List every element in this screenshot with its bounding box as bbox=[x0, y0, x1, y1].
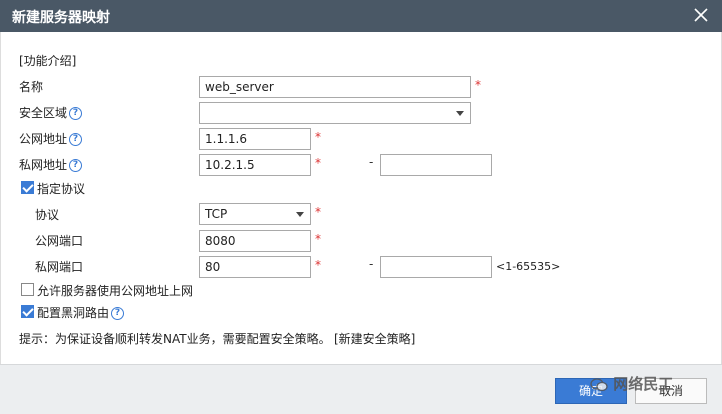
private-port-start-input[interactable] bbox=[199, 256, 311, 278]
dialog-title: 新建服务器映射 bbox=[12, 10, 110, 26]
name-input[interactable] bbox=[199, 76, 471, 98]
public-port-input[interactable] bbox=[199, 230, 311, 252]
private-ip-start-input[interactable] bbox=[199, 154, 311, 176]
specify-protocol-checkbox[interactable] bbox=[21, 181, 34, 194]
private-port-end-input[interactable] bbox=[380, 256, 492, 278]
private-port-label: 私网端口 bbox=[35, 260, 84, 274]
blackhole-route-label: 配置黑洞路由? bbox=[37, 304, 125, 321]
help-icon[interactable]: ? bbox=[69, 107, 83, 120]
public-port-label: 公网端口 bbox=[35, 234, 84, 248]
protocol-label: 协议 bbox=[35, 208, 60, 222]
zone-label: 安全区域? bbox=[19, 104, 83, 121]
private-ip-end-input[interactable] bbox=[380, 154, 492, 176]
zone-label-text: 安全区域 bbox=[19, 106, 68, 120]
name-required-mark: * bbox=[475, 78, 481, 92]
public-ip-label: 公网地址? bbox=[19, 130, 83, 147]
range-dash: - bbox=[369, 155, 374, 169]
ok-button[interactable]: 确定 bbox=[555, 378, 627, 404]
public-ip-input[interactable] bbox=[199, 128, 311, 150]
help-icon[interactable]: ? bbox=[69, 159, 83, 172]
intro-link[interactable]: [功能介绍] bbox=[19, 52, 76, 69]
protocol-select-value: TCP bbox=[205, 207, 228, 221]
zone-select[interactable] bbox=[199, 102, 471, 124]
port-range-hint: <1-65535> bbox=[496, 260, 561, 273]
private-port-required-mark: * bbox=[315, 258, 321, 272]
dialog-footer: 确定 取消 网络民工 bbox=[0, 364, 722, 414]
help-icon[interactable]: ? bbox=[111, 307, 125, 320]
close-icon[interactable] bbox=[692, 6, 710, 24]
private-ip-required-mark: * bbox=[315, 156, 321, 170]
name-label: 名称 bbox=[19, 80, 44, 94]
help-icon[interactable]: ? bbox=[69, 133, 83, 146]
new-policy-link[interactable]: [新建安全策略] bbox=[334, 330, 415, 347]
allow-server-public-label: 允许服务器使用公网地址上网 bbox=[37, 284, 194, 298]
dialog-titlebar: 新建服务器映射 bbox=[0, 0, 722, 32]
private-ip-label-text: 私网地址 bbox=[19, 158, 68, 172]
range-dash: - bbox=[369, 257, 374, 271]
public-ip-label-text: 公网地址 bbox=[19, 132, 68, 146]
protocol-required-mark: * bbox=[315, 205, 321, 219]
blackhole-route-label-text: 配置黑洞路由 bbox=[37, 306, 110, 320]
allow-server-public-checkbox[interactable] bbox=[21, 283, 34, 296]
chevron-down-icon bbox=[296, 212, 304, 217]
tip-text: 提示：为保证设备顺利转发NAT业务，需要配置安全策略。 bbox=[19, 332, 331, 346]
public-port-required-mark: * bbox=[315, 232, 321, 246]
blackhole-route-checkbox[interactable] bbox=[21, 305, 34, 318]
dialog-body: [功能介绍] 名称 * 安全区域? 公网地址? * 私网地址? * - 指定协议… bbox=[0, 32, 722, 364]
chevron-down-icon bbox=[456, 111, 464, 116]
private-ip-label: 私网地址? bbox=[19, 156, 83, 173]
protocol-select[interactable]: TCP bbox=[199, 203, 311, 225]
cancel-button[interactable]: 取消 bbox=[635, 378, 707, 404]
specify-protocol-label: 指定协议 bbox=[37, 182, 86, 196]
public-ip-required-mark: * bbox=[315, 130, 321, 144]
